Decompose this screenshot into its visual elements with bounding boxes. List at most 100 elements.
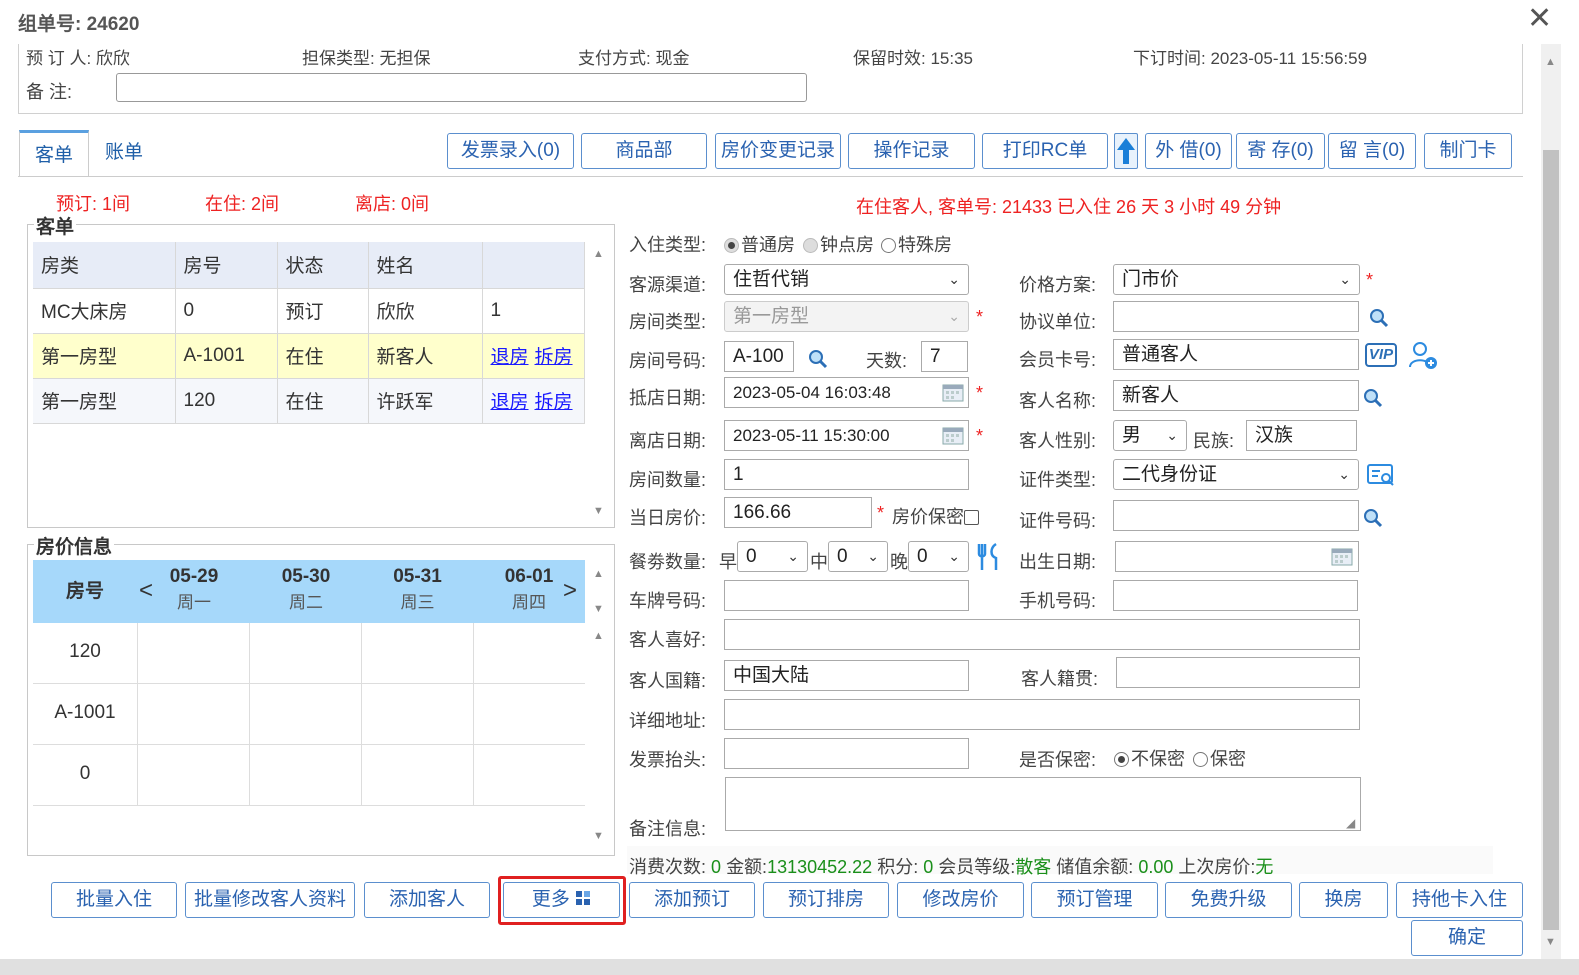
grid-line	[473, 623, 474, 806]
add-booking-button[interactable]: 添加预订	[629, 882, 755, 918]
checkout-link[interactable]: 退房	[491, 392, 529, 413]
confirm-button[interactable]: 确定	[1411, 920, 1523, 956]
search-icon[interactable]	[1362, 507, 1384, 534]
balance-label: 储值余额:	[1056, 857, 1134, 877]
vip-icon[interactable]: VIP	[1365, 343, 1397, 367]
price-body-scroll-down-icon[interactable]: ▼	[593, 830, 604, 842]
list-scroll-up-icon[interactable]: ▲	[593, 248, 604, 260]
modify-rate-button[interactable]: 修改房价	[897, 882, 1024, 918]
notes-textarea[interactable]	[725, 777, 1361, 831]
checkin-type-normal[interactable]: 普通房	[724, 231, 795, 257]
agreement-input[interactable]	[1113, 301, 1359, 332]
invoice-button[interactable]: 发票录入(0)	[447, 133, 574, 169]
op-log-button[interactable]: 操作记录	[848, 133, 975, 169]
goods-button[interactable]: 商品部	[581, 133, 707, 169]
free-upgrade-button[interactable]: 免费升级	[1165, 882, 1292, 918]
split-link[interactable]: 拆房	[535, 347, 573, 368]
id-type-select[interactable]: 二代身份证 ⌄	[1113, 459, 1359, 490]
rate-input[interactable]: 166.66	[724, 497, 872, 528]
room-count-input[interactable]: 1	[724, 459, 969, 490]
nation-input[interactable]: 汉族	[1246, 420, 1357, 451]
booking-manage-button[interactable]: 预订管理	[1031, 882, 1158, 918]
phone-input[interactable]	[1113, 580, 1358, 611]
calendar-icon[interactable]	[1331, 546, 1353, 571]
invoice-title-input[interactable]	[724, 738, 969, 769]
secret-option-no[interactable]: 不保密	[1114, 745, 1185, 771]
change-room-button[interactable]: 换房	[1299, 882, 1388, 918]
radio-label: 保密	[1210, 749, 1246, 769]
cell-status: 预订	[277, 288, 369, 334]
add-user-icon[interactable]	[1407, 339, 1439, 376]
booking-assign-button[interactable]: 预订排房	[763, 882, 889, 918]
search-icon[interactable]	[807, 348, 829, 375]
birth-input[interactable]	[1115, 541, 1359, 572]
calendar-icon[interactable]	[942, 425, 964, 450]
nationality-input[interactable]: 中国大陆	[724, 660, 969, 691]
calendar-icon[interactable]	[942, 382, 964, 407]
borrow-button[interactable]: 外 借(0)	[1145, 133, 1232, 169]
scroll-down-icon[interactable]: ▼	[1545, 936, 1556, 948]
breakfast-select[interactable]: 0 ⌄	[737, 541, 808, 572]
close-icon[interactable]: ✕	[1527, 4, 1552, 34]
hobby-input[interactable]	[724, 619, 1360, 650]
price-body-scroll-up-icon[interactable]: ▲	[593, 630, 604, 642]
channel-select[interactable]: 住哲代销 ⌄	[724, 264, 969, 295]
cell-status: 在住	[277, 333, 369, 379]
search-icon[interactable]	[1368, 307, 1390, 334]
cutlery-icon[interactable]	[976, 542, 1004, 577]
table-row[interactable]: MC大床房 0 预订 欣欣 1	[33, 288, 585, 334]
address-input[interactable]	[724, 699, 1360, 730]
plate-input[interactable]	[724, 580, 969, 611]
search-icon[interactable]	[1362, 387, 1384, 414]
next-date-icon[interactable]: >	[563, 577, 577, 605]
days-input[interactable]: 7	[921, 341, 968, 372]
gender-select[interactable]: 男 ⌄	[1113, 420, 1187, 451]
batch-checkin-button[interactable]: 批量入住	[51, 882, 177, 918]
depart-date-input[interactable]: 2023-05-11 15:30:00	[724, 420, 969, 451]
table-row[interactable]: 第一房型 A-1001 在住 新客人 退房 拆房	[33, 333, 585, 379]
split-link[interactable]: 拆房	[535, 392, 573, 413]
message-button[interactable]: 留 言(0)	[1328, 133, 1416, 169]
nation-label: 民族:	[1193, 431, 1235, 451]
guest-name-input[interactable]: 新客人	[1113, 380, 1359, 411]
tab-bill[interactable]: 账单	[89, 130, 159, 176]
invoice-title-label: 发票抬头:	[629, 750, 707, 770]
points-value: 0	[923, 857, 934, 877]
resize-handle-icon[interactable]: ◢	[1346, 816, 1355, 830]
id-reader-icon[interactable]	[1366, 463, 1396, 494]
scroll-up-icon[interactable]: ▲	[1545, 56, 1556, 68]
other-card-checkin-button[interactable]: 持他卡入住	[1396, 882, 1523, 918]
price-plan-select[interactable]: 门市价 ⌄	[1113, 264, 1360, 295]
checkin-type-hourly[interactable]: 钟点房	[803, 231, 874, 257]
id-no-input[interactable]	[1113, 500, 1359, 531]
more-button[interactable]: 更多	[503, 882, 620, 918]
checkout-link[interactable]: 退房	[491, 347, 529, 368]
checkin-type-special[interactable]: 特殊房	[881, 231, 952, 257]
rate-label: 当日房价:	[629, 508, 707, 528]
price-scroll-down-icon[interactable]: ▼	[593, 603, 604, 615]
price-log-button[interactable]: 房价变更记录	[715, 133, 841, 169]
room-no-input[interactable]: A-100	[724, 341, 794, 372]
room-type-select[interactable]: 第一房型 ⌄	[724, 301, 969, 332]
rate-secret-checkbox[interactable]: 房价保密	[892, 503, 979, 529]
member-input[interactable]: 普通客人	[1113, 339, 1359, 370]
id-type-label: 证件类型:	[1019, 470, 1097, 490]
table-row[interactable]: 第一房型 120 在住 许跃军 退房 拆房	[33, 378, 585, 424]
print-rc-button[interactable]: 打印RC单	[982, 133, 1108, 169]
secret-option-yes[interactable]: 保密	[1193, 745, 1246, 771]
tab-guest-order[interactable]: 客单	[19, 130, 89, 176]
native-input[interactable]	[1116, 657, 1360, 688]
dinner-select[interactable]: 0 ⌄	[908, 541, 969, 572]
remark-input[interactable]	[116, 73, 807, 102]
batch-edit-button[interactable]: 批量修改客人资料	[185, 882, 355, 918]
list-scroll-down-icon[interactable]: ▼	[593, 505, 604, 517]
door-card-button[interactable]: 制门卡	[1424, 133, 1512, 169]
add-guest-button[interactable]: 添加客人	[364, 882, 490, 918]
price-scroll-up-icon[interactable]: ▲	[593, 568, 604, 580]
lunch-select[interactable]: 0 ⌄	[828, 541, 888, 572]
upload-icon[interactable]	[1114, 133, 1138, 169]
price-info-legend: 房价信息	[34, 532, 115, 559]
arrive-date-input[interactable]: 2023-05-04 16:03:48	[724, 377, 969, 408]
scrollbar-thumb[interactable]	[1543, 150, 1559, 930]
deposit-button[interactable]: 寄 存(0)	[1236, 133, 1325, 169]
